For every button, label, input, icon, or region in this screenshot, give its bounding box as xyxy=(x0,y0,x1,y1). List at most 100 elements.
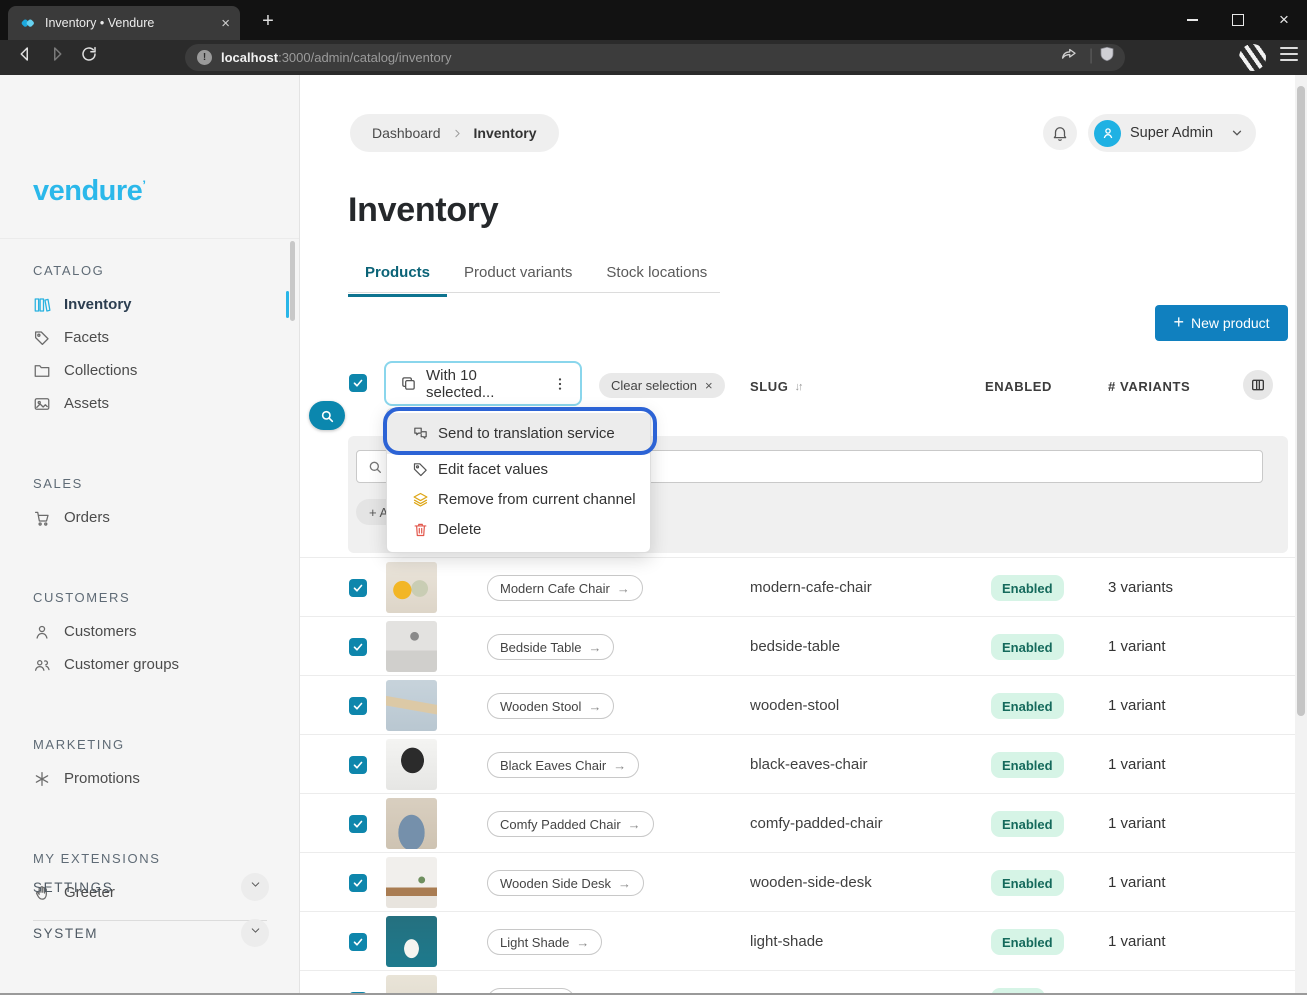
product-name-button[interactable]: Wooden Stool→ xyxy=(487,693,614,719)
user-menu[interactable]: Super Admin xyxy=(1088,114,1256,152)
tag-icon xyxy=(412,461,429,478)
menu-item-send-to-translation-service[interactable]: Send to translation service xyxy=(387,413,650,454)
menu-item-edit-facet-values[interactable]: Edit facet values xyxy=(387,454,650,484)
sidebar-section-marketing: MARKETING xyxy=(33,737,299,752)
arrow-right-icon: → xyxy=(613,758,626,773)
copy-icon xyxy=(400,375,417,392)
product-name-button[interactable] xyxy=(487,988,575,995)
translate-icon xyxy=(412,425,429,442)
brave-shield-icon[interactable] xyxy=(1098,45,1122,69)
product-slug: comfy-padded-chair xyxy=(750,815,883,832)
minimize-button[interactable] xyxy=(1169,0,1215,40)
sidebar-item-label: Customer groups xyxy=(64,656,179,673)
row-checkbox[interactable] xyxy=(349,579,367,597)
product-name-button[interactable]: Comfy Padded Chair→ xyxy=(487,811,654,837)
sidebar-item-customer-groups[interactable]: Customer groups xyxy=(0,648,299,681)
clear-selection-button[interactable]: Clear selection × xyxy=(599,373,725,398)
sidebar-item-customers[interactable]: Customers xyxy=(0,615,299,648)
product-name: Comfy Padded Chair xyxy=(500,817,621,832)
browser-tab[interactable]: Inventory • Vendure × xyxy=(8,6,240,40)
chevron-down-icon xyxy=(249,924,262,942)
new-tab-button[interactable]: + xyxy=(256,10,280,34)
product-slug: black-eaves-chair xyxy=(750,756,868,773)
new-product-button[interactable]: + New product xyxy=(1155,305,1288,341)
page-scrollbar-thumb[interactable] xyxy=(1297,86,1305,716)
menu-item-label: Delete xyxy=(438,521,481,538)
arrow-right-icon: → xyxy=(617,581,630,596)
sidebar-item-label: Orders xyxy=(64,509,110,526)
forward-button[interactable] xyxy=(48,45,72,69)
tab-title: Inventory • Vendure xyxy=(45,16,213,30)
column-picker-button[interactable] xyxy=(1243,370,1273,400)
menu-item-delete[interactable]: Delete xyxy=(387,514,650,544)
column-header-slug[interactable]: SLUG↓↑ xyxy=(750,379,802,394)
with-selected-button[interactable]: With 10 selected... xyxy=(384,361,582,406)
row-checkbox[interactable] xyxy=(349,874,367,892)
sidebar-item-label: Collections xyxy=(64,362,137,379)
row-checkbox[interactable] xyxy=(349,638,367,656)
sidebar-scrollbar-thumb[interactable] xyxy=(290,241,295,321)
status-badge: Enabled xyxy=(991,929,1064,955)
product-name-button[interactable]: Black Eaves Chair→ xyxy=(487,752,639,778)
url-bar[interactable]: ! localhost:3000/admin/catalog/inventory xyxy=(185,44,1125,71)
select-all-checkbox[interactable] xyxy=(349,374,367,392)
expand-section-button[interactable] xyxy=(241,919,269,947)
sidebar-collapsed-settings[interactable]: SETTINGS xyxy=(33,872,269,902)
sidebar-section-catalog: CATALOG xyxy=(33,263,299,278)
menu-item-remove-from-current-channel[interactable]: Remove from current channel xyxy=(387,484,650,514)
product-slug: modern-cafe-chair xyxy=(750,579,872,596)
promotions-icon xyxy=(33,770,51,788)
sidebar-item-facets[interactable]: Facets xyxy=(0,321,299,354)
user-avatar xyxy=(1094,120,1121,147)
table-row: Wooden Side Desk→wooden-side-deskEnabled… xyxy=(300,852,1295,911)
maximize-button[interactable] xyxy=(1215,0,1261,40)
close-window-button[interactable]: × xyxy=(1261,0,1307,40)
tab-close-icon[interactable]: × xyxy=(221,15,230,32)
search-icon xyxy=(367,459,383,475)
site-info-icon[interactable]: ! xyxy=(197,50,212,65)
product-name-button[interactable]: Light Shade→ xyxy=(487,929,602,955)
facets-icon xyxy=(33,329,51,347)
sidebar-item-orders[interactable]: Orders xyxy=(0,501,299,534)
product-name: Wooden Side Desk xyxy=(500,876,611,891)
back-button[interactable] xyxy=(16,45,40,69)
sidebar-collapsed-system[interactable]: SYSTEM xyxy=(33,918,269,948)
product-name: Light Shade xyxy=(500,935,569,950)
breadcrumb-item-inventory[interactable]: Inventory xyxy=(474,125,537,141)
sidebar-item-label: Customers xyxy=(64,623,137,640)
table-row: Black Eaves Chair→black-eaves-chairEnabl… xyxy=(300,734,1295,793)
product-name-button[interactable]: Bedside Table→ xyxy=(487,634,614,660)
row-checkbox[interactable] xyxy=(349,815,367,833)
browser-menu-icon[interactable] xyxy=(1280,47,1298,61)
product-name-button[interactable]: Modern Cafe Chair→ xyxy=(487,575,643,601)
reload-button[interactable] xyxy=(80,45,104,69)
product-slug: bedside-table xyxy=(750,638,840,655)
share-icon[interactable] xyxy=(1060,45,1084,69)
product-thumbnail xyxy=(386,798,437,849)
sidebar-item-assets[interactable]: Assets xyxy=(0,387,299,420)
row-checkbox[interactable] xyxy=(349,933,367,951)
sidebar-item-inventory[interactable]: Inventory xyxy=(0,288,299,321)
sidebar-section-customers: CUSTOMERS xyxy=(33,590,299,605)
expand-section-button[interactable] xyxy=(241,873,269,901)
status-badge xyxy=(991,988,1045,995)
variant-count: 1 variant xyxy=(1108,756,1166,773)
bulk-actions-menu: Send to translation serviceEdit facet va… xyxy=(386,408,651,553)
search-toggle-button[interactable] xyxy=(309,401,345,430)
product-thumbnail xyxy=(386,975,437,995)
browser-profile-avatar[interactable] xyxy=(1239,44,1266,71)
row-checkbox[interactable] xyxy=(349,697,367,715)
sidebar-item-promotions[interactable]: Promotions xyxy=(0,762,299,795)
variant-count: 1 variant xyxy=(1108,874,1166,891)
product-slug: wooden-side-desk xyxy=(750,874,872,891)
row-checkbox[interactable] xyxy=(349,756,367,774)
product-name-button[interactable]: Wooden Side Desk→ xyxy=(487,870,644,896)
table-row: Bedside Table→bedside-tableEnabled1 vari… xyxy=(300,616,1295,675)
notifications-button[interactable] xyxy=(1043,116,1077,150)
sort-icon[interactable]: ↓↑ xyxy=(795,381,802,393)
breadcrumb-item-dashboard[interactable]: Dashboard xyxy=(372,125,441,141)
product-slug: wooden-stool xyxy=(750,697,839,714)
collections-icon xyxy=(33,362,51,380)
sidebar-item-collections[interactable]: Collections xyxy=(0,354,299,387)
breadcrumb[interactable]: Dashboard Inventory xyxy=(350,114,559,152)
